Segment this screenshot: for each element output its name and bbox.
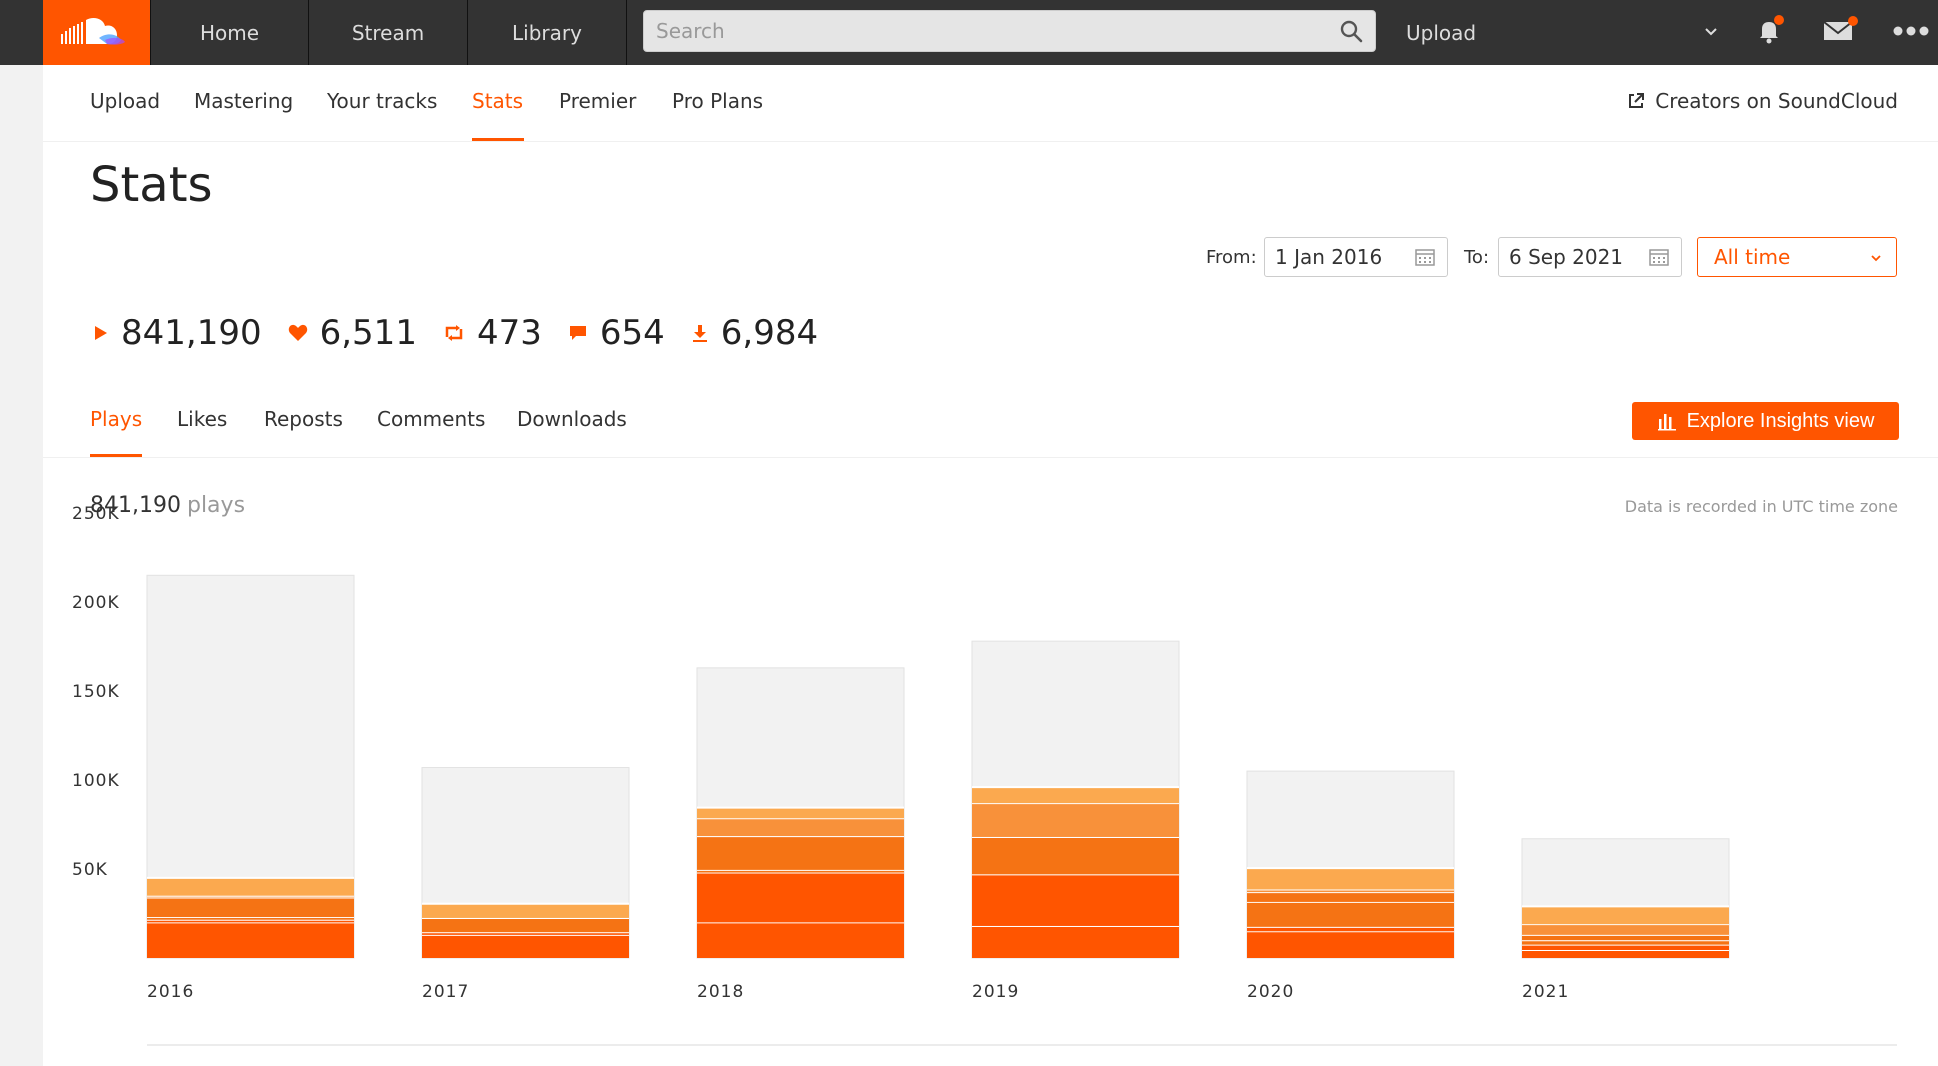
top-upload-link[interactable]: Upload (1406, 0, 1476, 65)
search-box (643, 10, 1376, 52)
bar-segment-2020-3 (1247, 892, 1454, 902)
x-tick-label: 2016 (147, 982, 194, 1002)
plays-bar-chart: 250K 200K 150K 100K 50K 2016 2017 2018 2019 2020 2… (72, 504, 1897, 1046)
x-tick-label: 2019 (972, 982, 1019, 1002)
messages[interactable] (1822, 16, 1858, 45)
top-navigation-bar: Home Stream Library Upload (0, 0, 1938, 65)
bar-segment-2018-3 (697, 836, 904, 870)
nav-tab-home[interactable]: Home (150, 0, 309, 65)
bar-segment-2018-0 (697, 922, 904, 958)
y-tick-label: 50K (72, 860, 108, 880)
bar-segment-2021-0 (1522, 949, 1729, 958)
y-tick-label: 250K (72, 504, 120, 524)
search-input[interactable] (644, 11, 1324, 51)
bar-segment-2019-0 (972, 925, 1179, 958)
bar-segment-2020-5 (1247, 868, 1454, 890)
y-tick-label: 150K (72, 682, 120, 702)
bar-segment-2019-3 (972, 836, 1179, 875)
x-tick-label: 2020 (1247, 982, 1294, 1002)
nav-tab-library[interactable]: Library (468, 0, 627, 65)
left-gutter (0, 65, 43, 1066)
bar-segment-2021-4 (1522, 924, 1729, 935)
bar-segment-2017-0 (422, 934, 629, 958)
x-tick-label: 2017 (422, 982, 469, 1002)
x-tick-label: 2021 (1522, 982, 1569, 1002)
bar-segment-2020-2 (1247, 901, 1454, 927)
nav-tab-stream[interactable]: Stream (309, 0, 468, 65)
bar-segment-2017-5 (422, 903, 629, 918)
chevron-down-icon[interactable] (1703, 24, 1719, 40)
notification-badge (1774, 15, 1784, 25)
bar-segment-2017-3 (422, 917, 629, 933)
bar-segment-2019-5 (972, 787, 1179, 804)
bar-segment-2016-0 (147, 922, 354, 958)
soundcloud-logo[interactable] (43, 0, 150, 65)
cloud-logo-icon (61, 18, 125, 45)
bar-segment-2019-4 (972, 803, 1179, 837)
more-icon[interactable] (1893, 26, 1929, 36)
notifications[interactable] (1754, 15, 1784, 46)
y-tick-label: 200K (72, 593, 120, 613)
bar-segment-2016-3 (147, 897, 354, 918)
message-badge (1848, 16, 1858, 26)
x-tick-label: 2018 (697, 982, 744, 1002)
bar-segment-2018-4 (697, 818, 904, 837)
bar-segment-2018-5 (697, 807, 904, 819)
bar-segment-2020-0 (1247, 931, 1454, 958)
main-content: Upload Mastering Your tracks Stats Premi… (43, 65, 1938, 1066)
bar-segment-2018-1 (697, 872, 904, 923)
y-tick-label: 100K (72, 771, 120, 791)
bar-segment-2019-1 (972, 874, 1179, 926)
search-icon[interactable] (1339, 19, 1363, 43)
bar-segment-2016-5 (147, 877, 354, 896)
bar-segment-2021-5 (1522, 906, 1729, 925)
